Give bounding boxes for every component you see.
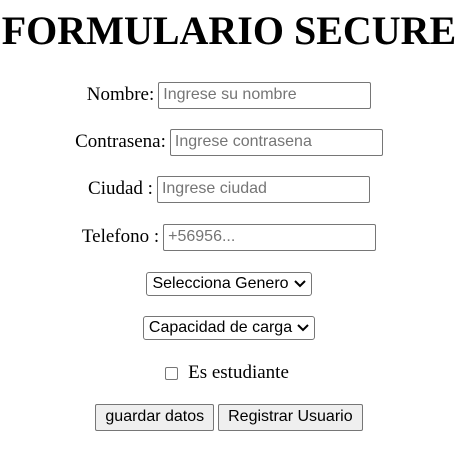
carga-select-value: Capacidad de carga [148,319,293,336]
contrasena-label: Contrasena: [75,131,166,152]
buttons-row: guardar datos Registrar Usuario [0,403,458,431]
estudiante-row: Es estudiante [0,359,458,387]
genero-row: Selecciona Genero [0,270,458,298]
estudiante-checkbox[interactable] [165,366,179,380]
nombre-row: Nombre: [0,81,458,109]
genero-select-value: Selecciona Genero [152,275,289,292]
chevron-down-icon [297,324,309,332]
guardar-datos-button[interactable]: guardar datos [95,403,215,431]
telefono-input[interactable] [163,223,377,251]
telefono-row: Telefono : [0,223,458,251]
telefono-label: Telefono : [81,226,160,247]
contrasena-row: Contrasena: [0,128,458,156]
registrar-usuario-button[interactable]: Registrar Usuario [218,403,363,431]
ciudad-input[interactable] [156,175,370,203]
nombre-input[interactable] [158,81,372,109]
page-title: FORMULARIO SECURE [1,8,457,53]
genero-select[interactable]: Selecciona Genero [146,272,312,296]
carga-select[interactable]: Capacidad de carga [142,316,316,340]
estudiante-label: Es estudiante [188,362,289,383]
chevron-down-icon [293,280,306,288]
carga-row: Capacidad de carga [0,314,458,342]
ciudad-row: Ciudad : [0,175,458,203]
ciudad-label: Ciudad : [88,178,153,199]
contrasena-input[interactable] [169,128,383,156]
nombre-label: Nombre: [86,84,155,105]
